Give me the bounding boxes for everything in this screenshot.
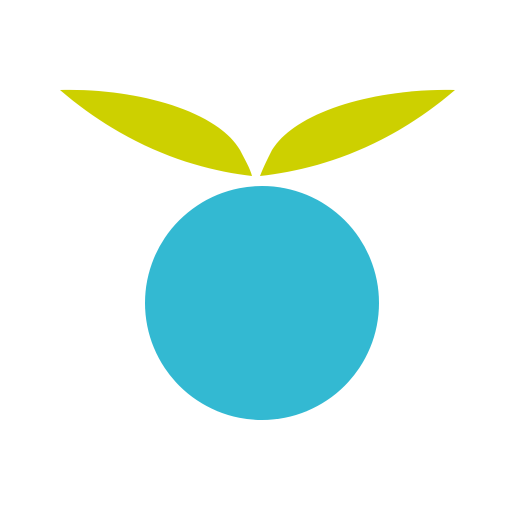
app-icon-canvas [0,0,512,512]
berry-circle-shape [145,186,379,420]
left-leaf-shape [60,89,252,176]
right-leaf-shape [260,89,455,176]
berry-with-leaves-icon [60,89,455,420]
